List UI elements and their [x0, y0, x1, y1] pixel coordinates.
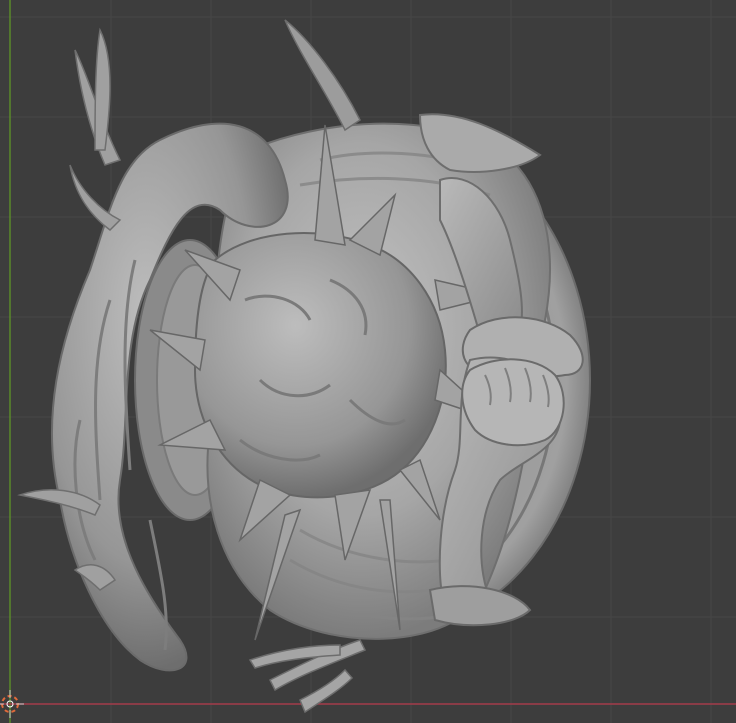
bottom-strands — [248, 639, 367, 714]
lower-sleeve — [428, 585, 532, 627]
sculpted-figure-model[interactable] — [17, 19, 591, 714]
3d-viewport[interactable] — [0, 0, 736, 723]
viewport-canvas[interactable] — [0, 0, 736, 723]
top-spike — [284, 19, 361, 132]
